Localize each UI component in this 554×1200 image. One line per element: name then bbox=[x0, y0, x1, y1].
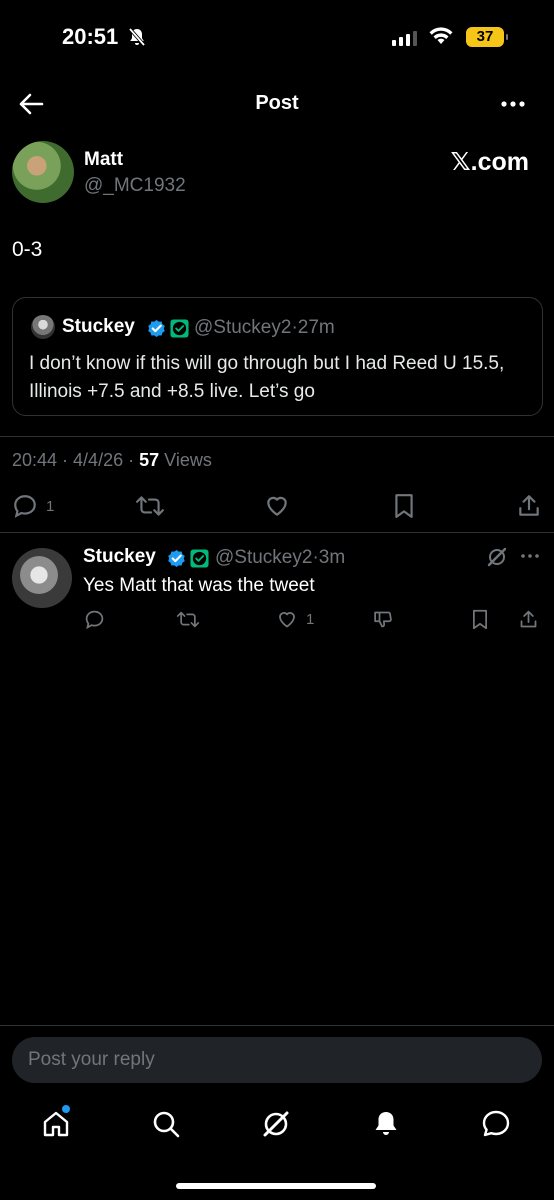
reply-count: 1 bbox=[46, 497, 55, 515]
more-options-icon[interactable] bbox=[500, 94, 526, 114]
reply-input[interactable] bbox=[12, 1037, 542, 1083]
top-nav: Post bbox=[0, 82, 554, 126]
reply-button[interactable]: 1 bbox=[12, 493, 54, 519]
status-time: 20:51 bbox=[62, 24, 119, 49]
reply-like-count: 1 bbox=[306, 611, 315, 628]
heart-icon bbox=[267, 496, 287, 516]
notifications-icon[interactable] bbox=[370, 1108, 402, 1140]
green-check-badge-icon bbox=[170, 319, 189, 338]
reply-dislike-button[interactable] bbox=[372, 609, 394, 630]
views-label: Views bbox=[164, 450, 212, 470]
divider bbox=[0, 1025, 554, 1026]
author-handle[interactable]: @_MC1932 bbox=[84, 175, 186, 197]
search-icon[interactable] bbox=[150, 1108, 182, 1140]
quoted-avatar bbox=[31, 315, 55, 339]
quoted-handle-age: @Stuckey2·27m bbox=[194, 317, 335, 338]
bell-muted-icon bbox=[127, 27, 147, 52]
heart-icon bbox=[279, 612, 295, 628]
post-text: 0-3 bbox=[12, 238, 43, 261]
repost-button[interactable] bbox=[135, 493, 165, 519]
share-icon bbox=[520, 610, 537, 628]
reply-icon bbox=[14, 495, 36, 518]
divider bbox=[0, 436, 554, 437]
reply-like-button[interactable]: 1 bbox=[276, 609, 314, 630]
like-button[interactable] bbox=[263, 493, 291, 519]
share-icon bbox=[519, 495, 539, 516]
reply-handle-age: @Stuckey2·3m bbox=[215, 547, 346, 568]
grok-icon[interactable] bbox=[486, 546, 508, 573]
bookmark-icon bbox=[473, 609, 487, 630]
quoted-post[interactable]: Stuckey @Stuckey2·27m I don’t know if th… bbox=[12, 297, 543, 416]
bookmark-button[interactable] bbox=[392, 493, 416, 519]
verified-badge-icon bbox=[148, 319, 165, 338]
post-time: 20:44 bbox=[12, 450, 58, 470]
grok-icon[interactable] bbox=[260, 1108, 292, 1140]
home-indicator bbox=[176, 1183, 376, 1189]
views-count: 57 bbox=[139, 450, 160, 470]
reply-icon bbox=[85, 610, 104, 630]
home-notification-dot bbox=[62, 1105, 70, 1113]
author-name[interactable]: Matt bbox=[84, 149, 123, 171]
source-watermark: 𝕏.com bbox=[450, 148, 530, 176]
bottom-tab-bar bbox=[0, 1100, 554, 1150]
quoted-author-name: Stuckey bbox=[62, 316, 135, 337]
bookmark-icon bbox=[395, 494, 413, 518]
quoted-age: 27m bbox=[297, 317, 335, 338]
reply-age: 3m bbox=[318, 547, 346, 568]
messages-icon[interactable] bbox=[480, 1108, 512, 1140]
post-date: 4/4/26 bbox=[73, 450, 124, 470]
thumbs-down-icon bbox=[374, 611, 392, 628]
post-meta: 20:44 · 4/4/26 · 57 Views bbox=[12, 450, 212, 470]
wifi-icon bbox=[428, 26, 454, 51]
battery-indicator: 37 bbox=[466, 27, 508, 47]
reply-handle: @Stuckey2 bbox=[215, 547, 313, 568]
share-button[interactable] bbox=[516, 493, 542, 519]
reply-actions: 1 bbox=[0, 607, 554, 633]
repost-icon bbox=[136, 496, 164, 516]
reply-share-button[interactable] bbox=[518, 609, 539, 630]
divider bbox=[0, 532, 554, 533]
reply-text: Yes Matt that was the tweet bbox=[83, 575, 315, 596]
quoted-text: I don’t know if this will go through but… bbox=[29, 353, 505, 402]
quoted-handle: @Stuckey2 bbox=[194, 317, 292, 338]
page-title: Post bbox=[255, 92, 299, 114]
post-actions: 1 bbox=[0, 490, 554, 522]
verified-badge-icon bbox=[168, 549, 185, 568]
reply-avatar[interactable] bbox=[12, 548, 72, 608]
green-check-badge-icon bbox=[190, 549, 209, 568]
cellular-signal-icon bbox=[392, 30, 417, 46]
status-bar: 20:51 37 bbox=[0, 0, 554, 76]
author-avatar[interactable] bbox=[12, 141, 74, 203]
reply-reply-button[interactable] bbox=[84, 609, 105, 630]
reply-repost-button[interactable] bbox=[176, 609, 200, 630]
repost-icon bbox=[176, 611, 200, 628]
reply-bookmark-button[interactable] bbox=[470, 609, 490, 630]
reply-more-options-icon[interactable] bbox=[520, 548, 540, 569]
reply-author-name[interactable]: Stuckey bbox=[83, 546, 156, 568]
